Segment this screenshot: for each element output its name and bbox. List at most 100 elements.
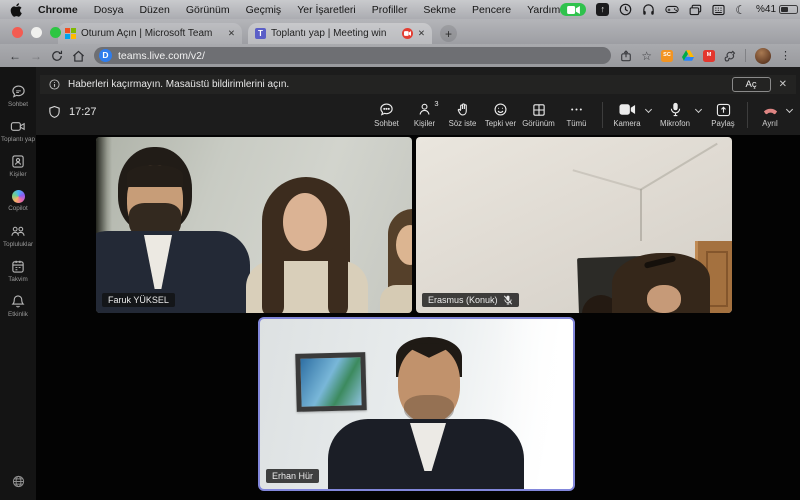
language-globe-icon[interactable] <box>0 475 36 488</box>
share-screen-icon <box>716 103 731 117</box>
toolbar-chat-button[interactable]: Sohbet <box>368 100 405 128</box>
address-bar[interactable]: D teams.live.com/v2/ <box>94 47 611 64</box>
toolbar-people-button[interactable]: 3 Kişiler <box>406 100 443 128</box>
sidebar-item-sohbet[interactable]: Sohbet <box>0 78 36 113</box>
drive-extension-icon[interactable] <box>682 50 694 61</box>
toolbar-leave-button[interactable]: Ayrıl <box>755 100 785 128</box>
mic-options-chevron-icon[interactable] <box>695 105 702 112</box>
extensions-menu-icon[interactable] <box>724 50 736 62</box>
toolbar-more-button[interactable]: Tümü <box>558 100 595 128</box>
communities-icon <box>10 224 26 239</box>
people-count-badge: 3 <box>434 99 438 108</box>
tab-close-icon[interactable]: ✕ <box>228 28 235 39</box>
camera-on-icon <box>619 103 636 116</box>
camera-options-chevron-icon[interactable] <box>645 105 652 112</box>
participant-nametag: Erhan Hür <box>266 469 319 483</box>
profile-avatar[interactable] <box>755 48 771 64</box>
url-text[interactable]: teams.live.com/v2/ <box>118 50 205 62</box>
input-source-icon[interactable] <box>712 4 725 16</box>
contact-card-icon <box>11 154 25 169</box>
chrome-toolbar: ← → D teams.live.com/v2/ ☆ SC M ⋮ <box>0 44 800 67</box>
smiley-icon <box>493 102 508 117</box>
teams-sidebar: Sohbet Toplantı yap Kişiler Copilot Topl… <box>0 67 36 500</box>
bookmark-star-icon[interactable]: ☆ <box>641 49 652 63</box>
ellipsis-icon <box>569 102 584 117</box>
window-zoom-button[interactable] <box>50 27 61 38</box>
extension-icon-orange[interactable]: SC <box>661 50 673 62</box>
tab-camera-active-icon <box>402 28 413 39</box>
forward-icon[interactable]: → <box>30 50 42 62</box>
teams-favicon: T <box>255 28 266 39</box>
enable-notifications-button[interactable]: Aç <box>732 77 771 92</box>
menu-duzen[interactable]: Düzen <box>139 4 169 16</box>
toolbar-react-button[interactable]: Tepki ver <box>482 100 519 128</box>
sidebar-item-toplanti-yap[interactable]: Toplantı yap <box>0 113 36 148</box>
mission-control-icon[interactable] <box>689 4 702 16</box>
toolbar-divider <box>747 102 748 128</box>
toolbar-divider <box>602 102 603 128</box>
tab-teams-meeting[interactable]: T Toplantı yap | Meeting win ✕ <box>248 23 432 44</box>
controller-icon[interactable] <box>665 4 679 15</box>
leave-options-chevron-icon[interactable] <box>786 105 793 112</box>
headphones-icon[interactable] <box>642 3 655 16</box>
microsoft-favicon <box>65 28 76 39</box>
battery-indicator[interactable]: %41 <box>756 4 800 15</box>
menu-gecmis[interactable]: Geçmiş <box>246 4 282 16</box>
toolbar-mic-button[interactable]: Mikrofon <box>656 100 694 128</box>
toolbar-view-button[interactable]: Görünüm <box>520 100 557 128</box>
extension-icon-red[interactable]: M <box>703 50 715 62</box>
back-icon[interactable]: ← <box>9 50 21 62</box>
timer-value: 17:27 <box>69 106 97 118</box>
banner-text: Haberleri kaçırmayın. Masaüstü bildiriml… <box>68 79 289 90</box>
menu-gorunum[interactable]: Görünüm <box>186 4 230 16</box>
chrome-menu-icon[interactable]: ⋮ <box>780 49 791 62</box>
share-icon[interactable] <box>620 50 632 62</box>
hang-up-icon <box>762 103 779 116</box>
video-tile-erhan[interactable]: Erhan Hür <box>258 317 575 491</box>
focus-moon-icon[interactable]: ☾ <box>735 3 746 17</box>
menu-yer-isaretleri[interactable]: Yer İşaretleri <box>297 4 356 16</box>
new-tab-button[interactable]: + <box>440 25 457 42</box>
sidebar-item-takvim[interactable]: Takvim <box>0 253 36 288</box>
video-tile-faruk[interactable]: Faruk YÜKSEL <box>96 137 412 313</box>
menu-pencere[interactable]: Pencere <box>472 4 511 16</box>
banner-close-icon[interactable]: ✕ <box>779 79 787 90</box>
site-icon[interactable]: D <box>99 49 112 62</box>
calendar-icon <box>11 259 25 274</box>
menu-profiller[interactable]: Profiller <box>372 4 408 16</box>
mic-on-icon <box>670 102 681 117</box>
toolbar-raise-hand-button[interactable]: Söz iste <box>444 100 481 128</box>
sidebar-item-etkinlik[interactable]: Etkinlik <box>0 288 36 323</box>
reload-icon[interactable] <box>51 50 63 62</box>
chat-icon <box>11 84 26 99</box>
notification-banner: Haberleri kaçırmayın. Masaüstü bildiriml… <box>40 75 796 94</box>
camera-in-use-indicator[interactable] <box>560 3 586 16</box>
sidebar-item-topluluklar[interactable]: Topluluklar <box>0 218 36 253</box>
apple-menu-icon[interactable] <box>10 3 22 17</box>
menu-yardim[interactable]: Yardım <box>527 4 560 16</box>
menu-sekme[interactable]: Sekme <box>423 4 456 16</box>
tab-microsoft-signin[interactable]: Oturum Açın | Microsoft Team ✕ <box>58 23 242 44</box>
clock-icon[interactable] <box>619 3 632 16</box>
tab-close-icon[interactable]: ✕ <box>418 28 425 39</box>
menu-dosya[interactable]: Dosya <box>94 4 124 16</box>
upload-app-icon[interactable]: ↑ <box>596 3 609 16</box>
sidebar-item-kisiler[interactable]: Kişiler <box>0 148 36 183</box>
window-minimize-button[interactable] <box>31 27 42 38</box>
menu-chrome[interactable]: Chrome <box>38 4 78 16</box>
info-icon <box>49 79 60 90</box>
window-close-button[interactable] <box>12 27 23 38</box>
toolbar-camera-button[interactable]: Kamera <box>610 100 644 128</box>
tab-title: Oturum Açın | Microsoft Team <box>81 28 223 39</box>
wall-picture <box>295 352 366 412</box>
participant-nametag: Erasmus (Konuk) <box>422 293 519 307</box>
home-icon[interactable] <box>72 50 85 62</box>
mic-muted-icon <box>503 295 513 305</box>
teams-content: Haberleri kaçırmayın. Masaüstü bildiriml… <box>36 67 800 500</box>
tab-title: Toplantı yap | Meeting win <box>271 28 397 39</box>
copilot-icon <box>12 190 25 203</box>
sidebar-item-copilot[interactable]: Copilot <box>0 183 36 218</box>
video-tile-erasmus[interactable]: Erasmus (Konuk) <box>416 137 732 313</box>
toolbar-share-button[interactable]: Paylaş <box>706 100 740 128</box>
participant-nametag: Faruk YÜKSEL <box>102 293 175 307</box>
